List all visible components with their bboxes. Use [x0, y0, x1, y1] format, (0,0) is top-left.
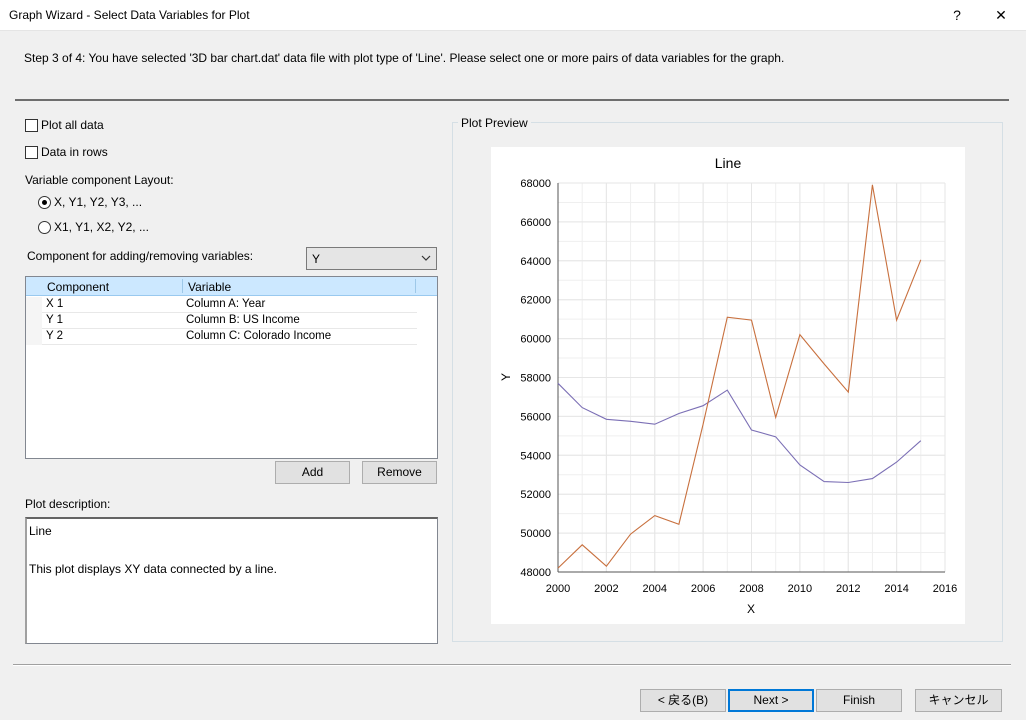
- checkbox-box[interactable]: [25, 118, 38, 132]
- description-line-2: This plot displays XY data connected by …: [29, 562, 277, 576]
- cancel-button[interactable]: キャンセル: [915, 689, 1002, 712]
- row-gutter: [26, 329, 42, 345]
- cell-variable: Column B: US Income: [186, 314, 300, 326]
- layout-radio-x1y1x2y2[interactable]: X1, Y1, X2, Y2, ...: [38, 220, 149, 234]
- series-line-1: [557, 382, 922, 484]
- table-row[interactable]: X 1 Column A: Year: [26, 297, 417, 313]
- row-gutter: [26, 297, 42, 313]
- chevron-down-icon: [420, 251, 432, 268]
- y-tick-label: 52000: [520, 489, 551, 501]
- finish-button[interactable]: Finish: [816, 689, 902, 712]
- add-button[interactable]: Add: [275, 461, 350, 484]
- layout-option-1-label: X, Y1, Y2, Y3, ...: [54, 195, 143, 209]
- description-line-1: Line: [29, 524, 52, 538]
- table-row[interactable]: Y 2 Column C: Colorado Income: [26, 329, 417, 345]
- column-divider[interactable]: [182, 279, 183, 293]
- checkbox-box[interactable]: [25, 145, 38, 159]
- component-dropdown[interactable]: Y: [306, 247, 437, 270]
- layout-option-2-label: X1, Y1, X2, Y2, ...: [54, 220, 149, 234]
- header-variable[interactable]: Variable: [188, 280, 231, 294]
- plot-all-data-label: Plot all data: [41, 118, 104, 132]
- series-line-2: [557, 184, 922, 569]
- x-tick-label: 2000: [546, 583, 570, 595]
- x-tick-label: 2002: [594, 583, 618, 595]
- radio-button[interactable]: [38, 220, 51, 234]
- variables-table[interactable]: Component Variable X 1 Column A: Year Y …: [25, 276, 438, 459]
- y-tick-label: 68000: [520, 178, 551, 190]
- column-divider[interactable]: [415, 279, 416, 293]
- plot-description-box: Line This plot displays XY data connecte…: [25, 517, 438, 644]
- x-tick-label: 2008: [739, 583, 763, 595]
- wizard-header: Step 3 of 4: You have selected '3D bar c…: [0, 31, 1026, 101]
- y-tick-label: 50000: [520, 528, 551, 540]
- row-gutter: [26, 313, 42, 329]
- x-tick-label: 2014: [884, 583, 908, 595]
- cell-variable: Column C: Colorado Income: [186, 330, 332, 342]
- x-tick-label: 2006: [691, 583, 715, 595]
- data-in-rows-checkbox[interactable]: Data in rows: [25, 145, 108, 159]
- step-description: Step 3 of 4: You have selected '3D bar c…: [24, 51, 785, 65]
- cell-component: Y 1: [46, 314, 64, 326]
- y-tick-label: 62000: [520, 295, 551, 307]
- plot-description-label: Plot description:: [25, 497, 111, 511]
- component-select-label: Component for adding/removing variables:: [27, 249, 254, 263]
- plot-preview-canvas: 2000 2002 2004 2006 2008 2010 2012 2014 2016 4800…: [491, 147, 965, 624]
- x-tick-label: 2012: [836, 583, 860, 595]
- y-tick-label: 54000: [520, 450, 551, 462]
- plot-all-data-checkbox[interactable]: Plot all data: [25, 118, 104, 132]
- x-tick-label: 2004: [643, 583, 667, 595]
- table-header: Component Variable: [26, 277, 437, 296]
- help-button[interactable]: ?: [934, 0, 980, 31]
- back-button[interactable]: < 戻る(B): [640, 689, 726, 712]
- line-chart: 2000 2002 2004 2006 2008 2010 2012 2014 2016 4800…: [499, 155, 957, 616]
- chart-ticks: 2000 2002 2004 2006 2008 2010 2012 2014 2016 4800…: [520, 178, 957, 595]
- footer-separator-highlight: [13, 665, 1011, 666]
- radio-button-selected[interactable]: [38, 195, 51, 209]
- title-bar: Graph Wizard - Select Data Variables for…: [0, 0, 1026, 31]
- y-tick-label: 60000: [520, 334, 551, 346]
- x-tick-label: 2016: [933, 583, 957, 595]
- y-tick-label: 56000: [520, 411, 551, 423]
- x-axis-label: X: [747, 602, 755, 616]
- component-dropdown-value: Y: [312, 252, 321, 266]
- cell-component: X 1: [46, 298, 64, 310]
- close-button[interactable]: ✕: [978, 0, 1024, 31]
- cell-variable: Column A: Year: [186, 298, 266, 310]
- chart-series: [557, 184, 922, 569]
- x-tick-label: 2010: [788, 583, 812, 595]
- chart-title: Line: [715, 155, 742, 171]
- header-component[interactable]: Component: [47, 280, 109, 294]
- window-title: Graph Wizard - Select Data Variables for…: [9, 8, 250, 22]
- layout-radio-xy1y2[interactable]: X, Y1, Y2, Y3, ...: [38, 195, 142, 209]
- data-in-rows-label: Data in rows: [41, 145, 108, 159]
- table-row[interactable]: Y 1 Column B: US Income: [26, 313, 417, 329]
- plot-preview-label: Plot Preview: [458, 116, 531, 130]
- y-tick-label: 64000: [520, 256, 551, 268]
- header-separator: [15, 99, 1009, 101]
- cell-component: Y 2: [46, 330, 64, 342]
- remove-button[interactable]: Remove: [362, 461, 437, 484]
- y-tick-label: 48000: [520, 567, 551, 579]
- y-tick-label: 58000: [520, 373, 551, 385]
- y-axis-label: Y: [499, 373, 513, 381]
- next-button[interactable]: Next >: [728, 689, 814, 712]
- layout-label: Variable component Layout:: [25, 173, 174, 187]
- y-tick-label: 66000: [520, 217, 551, 229]
